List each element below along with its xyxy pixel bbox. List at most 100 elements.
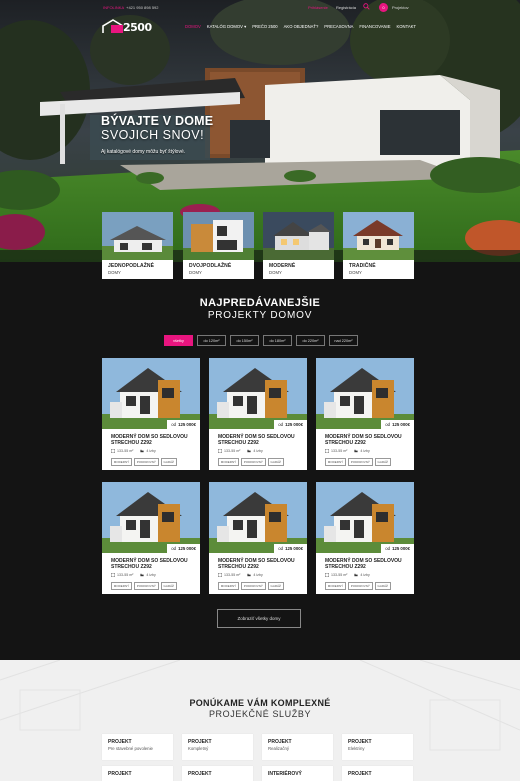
price-badge: od 125 000€: [274, 420, 307, 429]
service-subtitle: Elektriny: [348, 746, 365, 751]
product-tag[interactable]: Podkrovný: [133, 458, 159, 466]
product-specs: 133-55 m² 4 izby: [325, 573, 370, 577]
area-value: 133-55 m²: [331, 573, 348, 577]
product-card[interactable]: od 125 000€ Moderný dom so sedlovou strech…: [102, 482, 200, 594]
nav-item-contact[interactable]: Kontakt: [397, 24, 416, 29]
services-subtitle: PROJEKČNÉ SLUŽBY: [208, 709, 312, 719]
phone-number: +421 950 898 592: [126, 5, 159, 10]
product-tag[interactable]: Podkrovný: [347, 458, 373, 466]
product-tag[interactable]: Garáž: [267, 458, 284, 466]
product-card[interactable]: od 125 000€ Moderný dom so sedlovou strech…: [316, 358, 414, 470]
product-tag[interactable]: Moderný: [111, 458, 132, 466]
category-subtitle: domy: [108, 270, 121, 275]
product-card[interactable]: od 125 000€ Moderný dom so sedlovou strech…: [209, 482, 307, 594]
service-card[interactable]: Projekt Kompletný: [182, 734, 253, 760]
product-tag[interactable]: Moderný: [325, 458, 346, 466]
product-card[interactable]: od 125 000€ Moderný dom so sedlovou strech…: [316, 482, 414, 594]
product-name: Moderný dom so sedlovou strechou Z292: [111, 434, 188, 447]
service-title: Projekt: [348, 771, 372, 777]
area-icon: [111, 449, 115, 453]
nav-item-home[interactable]: Domov: [185, 24, 201, 29]
product-tag[interactable]: Moderný: [325, 582, 346, 590]
price-value: 125 000€: [285, 422, 303, 427]
rooms-value: 4 izby: [146, 449, 156, 453]
service-title: Projekt: [108, 739, 132, 745]
filter-to-150[interactable]: do 150m²: [230, 335, 259, 346]
price-badge: od 125 000€: [381, 420, 414, 429]
filter-over-220[interactable]: nad 220m²: [329, 335, 358, 346]
category-card-single-storey[interactable]: Jednopodlažné domy: [102, 212, 173, 279]
service-card[interactable]: Projekt Realizačný: [262, 734, 333, 760]
product-image: [316, 358, 414, 429]
product-tag[interactable]: Moderný: [111, 582, 132, 590]
bestsellers-subtitle: PROJEKTY DOMOV: [207, 310, 313, 321]
product-tags: Moderný Podkrovný Garáž: [111, 582, 177, 590]
area-value: 133-55 m²: [331, 449, 348, 453]
area-spec: 133-55 m²: [111, 449, 133, 453]
product-tags: Moderný Podkrovný Garáž: [325, 582, 391, 590]
category-card-two-storey[interactable]: Dvojpodlažné domy: [183, 212, 254, 279]
hero-subtitle: SVOJICH SNOV!: [101, 128, 205, 142]
nav-item-catalog[interactable]: Katalóg domov ▾: [207, 24, 246, 29]
category-image: [183, 212, 254, 260]
price-value: 125 000€: [178, 422, 196, 427]
nav-item-how-to-order[interactable]: Ako objednať?: [284, 24, 319, 29]
area-spec: 133-55 m²: [325, 573, 347, 577]
category-card-traditional[interactable]: Tradičné domy: [343, 212, 414, 279]
category-title: Jednopodlažné: [108, 263, 155, 269]
product-tag[interactable]: Podkrovný: [133, 582, 159, 590]
category-subtitle: domy: [349, 270, 362, 275]
service-card[interactable]: Projekt: [102, 766, 173, 781]
product-tag[interactable]: Podkrovný: [347, 582, 373, 590]
login-link[interactable]: Prihlásenie: [308, 5, 328, 10]
rooms-spec: 4 izby: [247, 573, 263, 577]
service-card[interactable]: Interiérový: [262, 766, 333, 781]
nav-item-precasovna[interactable]: Precasovna: [324, 24, 353, 29]
area-icon: [111, 573, 115, 577]
services-background-pattern: [0, 660, 520, 751]
product-tag[interactable]: Garáž: [374, 582, 391, 590]
product-tag[interactable]: Moderný: [218, 582, 239, 590]
bed-icon: [247, 573, 251, 577]
service-card[interactable]: Projekt Pre stavebné povolenie: [102, 734, 173, 760]
product-tag[interactable]: Moderný: [218, 458, 239, 466]
service-card[interactable]: Projekt: [342, 766, 413, 781]
product-image: [209, 358, 307, 429]
product-specs: 133-55 m² 4 izby: [218, 573, 263, 577]
filter-all[interactable]: všetky: [164, 335, 193, 346]
favorites-count-badge[interactable]: 0: [379, 3, 388, 12]
nav-item-why[interactable]: Prečo 2500: [252, 24, 277, 29]
filter-to-180[interactable]: do 180m²: [263, 335, 292, 346]
search-icon[interactable]: [363, 3, 370, 10]
rooms-spec: 4 izby: [140, 449, 156, 453]
brand-logo[interactable]: 2500: [101, 19, 161, 35]
price-prefix: od: [171, 422, 177, 427]
register-link[interactable]: Registrácia: [336, 5, 356, 10]
service-subtitle: Realizačný: [268, 746, 290, 751]
product-tag[interactable]: Garáž: [267, 582, 284, 590]
product-tag[interactable]: Garáž: [374, 458, 391, 466]
product-image: [316, 482, 414, 553]
filter-to-220[interactable]: do 220m²: [296, 335, 325, 346]
product-tag[interactable]: Podkrovný: [240, 458, 266, 466]
product-specs: 133-55 m² 4 izby: [111, 449, 156, 453]
product-tag[interactable]: Podkrovný: [240, 582, 266, 590]
product-tag[interactable]: Garáž: [160, 582, 177, 590]
filter-to-120[interactable]: do 120m²: [197, 335, 226, 346]
product-card[interactable]: od 125 000€ Moderný dom so sedlovou strech…: [102, 358, 200, 470]
price-value: 125 000€: [392, 546, 410, 551]
nav-item-financing[interactable]: Financovanie: [359, 24, 390, 29]
phone-info[interactable]: INFOLINKA +421 950 898 592: [103, 5, 159, 10]
bed-icon: [354, 449, 358, 453]
show-all-houses-button[interactable]: Zobraziť všetky domy: [217, 609, 301, 628]
service-card[interactable]: Projekt: [182, 766, 253, 781]
area-spec: 133-55 m²: [218, 449, 240, 453]
hero-description: Aj katalógové domy môžu byť štýlové.: [101, 149, 186, 155]
category-card-modern[interactable]: Moderné domy: [263, 212, 334, 279]
service-card[interactable]: Projekt Elektriny: [342, 734, 413, 760]
product-card[interactable]: od 125 000€ Moderný dom so sedlovou strech…: [209, 358, 307, 470]
product-tags: Moderný Podkrovný Garáž: [325, 458, 391, 466]
bestsellers-title: NAJPREDÁVANEJŠIE: [199, 297, 321, 309]
product-tag[interactable]: Garáž: [160, 458, 177, 466]
price-prefix: od: [278, 546, 284, 551]
